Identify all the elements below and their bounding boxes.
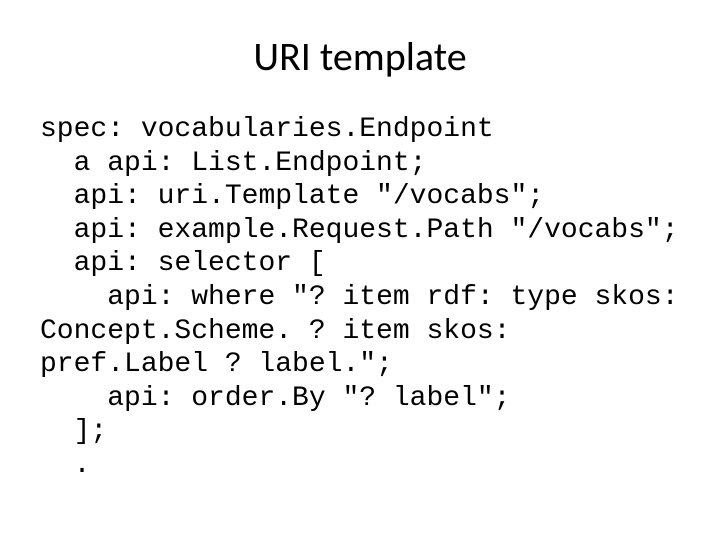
code-block: spec: vocabularies.Endpoint a api: List.… [40,113,680,483]
page-title: URI template [40,32,680,81]
slide: URI template spec: vocabularies.Endpoint… [0,0,720,540]
